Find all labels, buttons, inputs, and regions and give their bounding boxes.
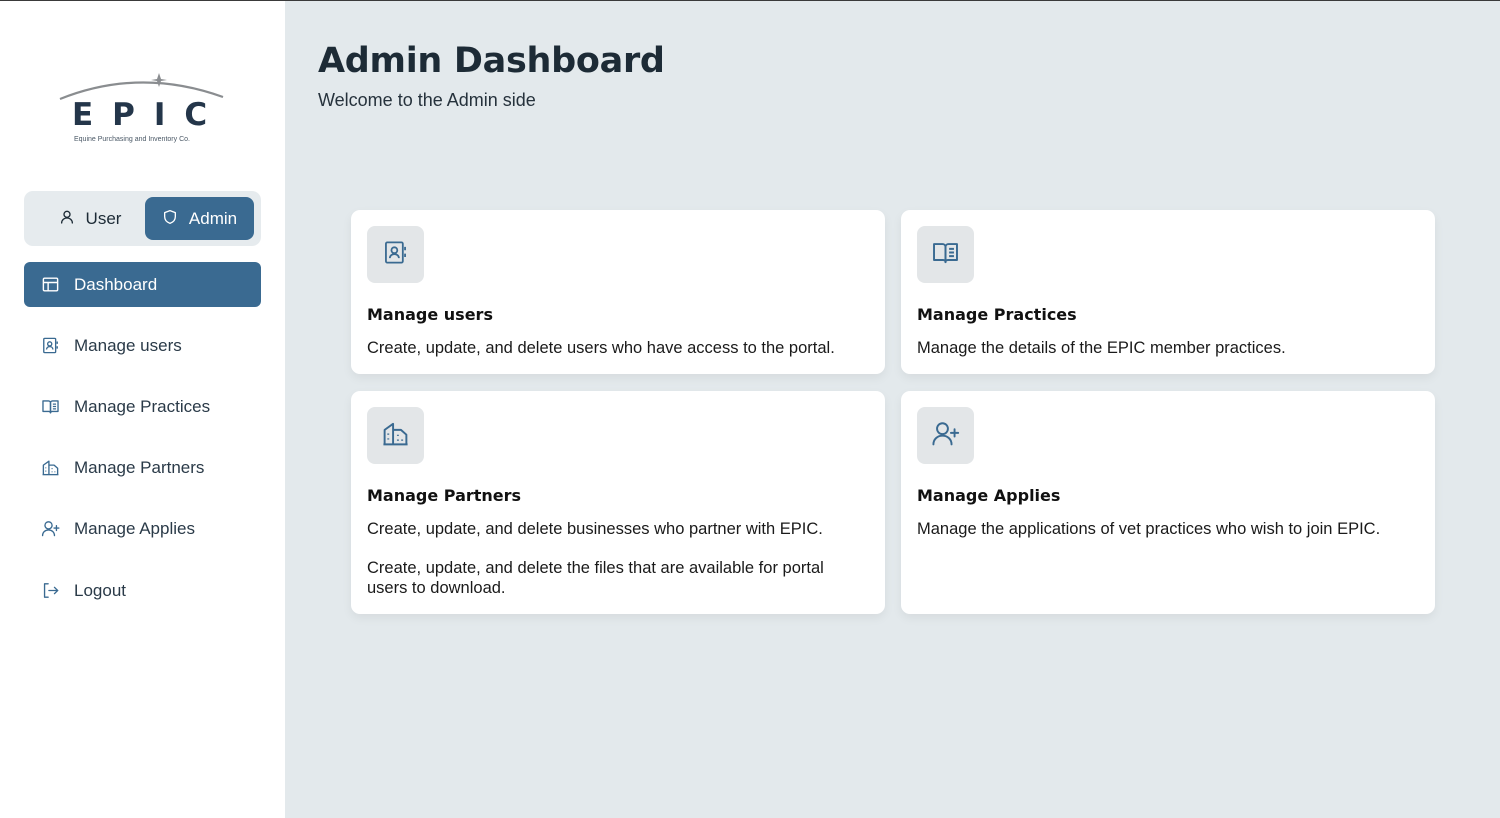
user-plus-icon xyxy=(931,419,960,453)
role-admin-label: Admin xyxy=(188,208,238,228)
card-description: Manage the details of the EPIC member pr… xyxy=(917,339,1286,357)
card-description-extra: Create, update, and delete the files tha… xyxy=(367,559,824,597)
book-open-icon xyxy=(931,238,960,272)
card-icon-tile xyxy=(917,226,974,283)
nav-item-label: Manage Applies xyxy=(74,518,195,538)
card-title: Manage Partners xyxy=(367,486,522,505)
building-icon xyxy=(41,458,60,477)
layout-icon xyxy=(41,275,60,294)
sidebar: EPIC Equine Purchasing and Inventory Co.… xyxy=(0,1,285,818)
card-icon-tile xyxy=(917,407,974,464)
card-icon-tile xyxy=(367,407,424,464)
card-title: Manage users xyxy=(367,305,493,324)
card-manage-applies[interactable]: Manage Applies Manage the applications o… xyxy=(901,391,1435,614)
nav-item-manage-applies[interactable]: Manage Applies xyxy=(24,506,261,551)
role-admin-button[interactable]: Admin xyxy=(145,197,254,240)
role-toggle: User Admin xyxy=(24,191,261,246)
card-title: Manage Applies xyxy=(917,486,1061,505)
card-description: Create, update, and delete businesses wh… xyxy=(367,520,823,538)
logo-tagline: Equine Purchasing and Inventory Co. xyxy=(74,136,190,143)
card-title: Manage Practices xyxy=(917,305,1077,324)
contact-book-icon xyxy=(41,336,60,355)
user-plus-icon xyxy=(41,519,60,538)
nav-item-manage-practices[interactable]: Manage Practices xyxy=(24,384,261,429)
book-open-icon xyxy=(41,397,60,416)
nav-item-label: Manage Partners xyxy=(74,457,205,477)
card-manage-partners[interactable]: Manage Partners Create, update, and dele… xyxy=(351,391,885,614)
page-subtitle: Welcome to the Admin side xyxy=(318,90,536,110)
nav-item-dashboard[interactable]: Dashboard xyxy=(24,262,261,307)
nav-item-label: Manage Practices xyxy=(74,396,211,416)
logo-wordmark: EPIC xyxy=(72,97,227,133)
shield-icon xyxy=(162,209,181,228)
role-user-button[interactable]: User xyxy=(34,197,146,240)
nav-item-logout[interactable]: Logout xyxy=(24,568,261,613)
page-title: Admin Dashboard xyxy=(318,41,665,81)
card-icon-tile xyxy=(367,226,424,283)
user-icon xyxy=(59,209,78,228)
nav-item-label: Logout xyxy=(74,580,126,600)
card-manage-users[interactable]: Manage users Create, update, and delete … xyxy=(351,210,885,374)
nav-item-label: Manage users xyxy=(74,335,182,355)
role-user-label: User xyxy=(85,208,122,228)
nav-item-manage-partners[interactable]: Manage Partners xyxy=(24,445,261,490)
card-description: Create, update, and delete users who hav… xyxy=(367,339,835,357)
logout-icon xyxy=(41,581,60,600)
card-description: Manage the applications of vet practices… xyxy=(917,520,1381,538)
card-manage-practices[interactable]: Manage Practices Manage the details of t… xyxy=(901,210,1435,374)
nav-item-manage-users[interactable]: Manage users xyxy=(24,323,261,368)
contact-book-icon xyxy=(382,239,409,271)
epic-logo[interactable]: EPIC Equine Purchasing and Inventory Co. xyxy=(55,69,230,151)
nav-item-label: Dashboard xyxy=(74,274,158,294)
building-icon xyxy=(381,419,410,453)
